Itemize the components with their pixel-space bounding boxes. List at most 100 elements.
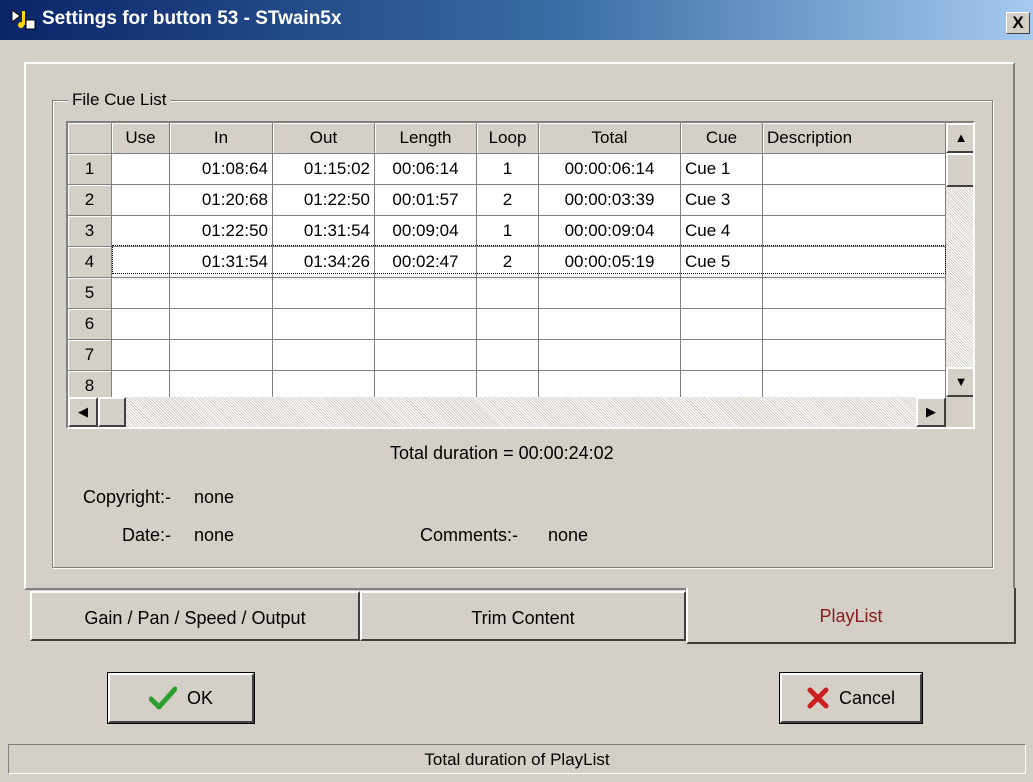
- status-bar: Total duration of PlayList: [8, 744, 1026, 774]
- tab-label: Gain / Pan / Speed / Output: [84, 608, 306, 628]
- cell-total[interactable]: [539, 278, 681, 309]
- cell-in[interactable]: [170, 309, 273, 340]
- cell-in[interactable]: 01:08:64: [170, 154, 273, 185]
- comments-label: Comments:-: [420, 525, 519, 545]
- cell-loop[interactable]: [477, 340, 539, 371]
- cell-out[interactable]: [273, 340, 375, 371]
- scroll-up-button[interactable]: ▲: [946, 123, 973, 153]
- cell-out[interactable]: 01:34:26: [273, 247, 375, 278]
- cell-in[interactable]: 01:22:50: [170, 216, 273, 247]
- cell-cue[interactable]: Cue 5: [681, 247, 763, 278]
- tab-playlist[interactable]: PlayList: [686, 588, 1016, 644]
- cell-length[interactable]: [375, 309, 477, 340]
- cell-length[interactable]: [375, 278, 477, 309]
- ok-button[interactable]: OK: [108, 673, 254, 723]
- row-header[interactable]: 4: [68, 247, 112, 278]
- row-header[interactable]: 3: [68, 216, 112, 247]
- cell-cue[interactable]: [681, 309, 763, 340]
- cell-length[interactable]: 00:02:47: [375, 247, 477, 278]
- cell-total[interactable]: 00:00:09:04: [539, 216, 681, 247]
- cell-use[interactable]: [112, 216, 170, 247]
- row-header[interactable]: 2: [68, 185, 112, 216]
- cue-list-grid[interactable]: Use In Out Length Loop Total Cue Description 1 01…: [66, 121, 975, 429]
- cell-out[interactable]: [273, 309, 375, 340]
- cell-loop[interactable]: 2: [477, 185, 539, 216]
- tab-gain-pan-speed-output[interactable]: Gain / Pan / Speed / Output: [30, 591, 360, 641]
- cell-use[interactable]: [112, 278, 170, 309]
- column-header-out[interactable]: Out: [273, 123, 375, 154]
- cell-length[interactable]: [375, 340, 477, 371]
- cell-total[interactable]: 00:00:05:19: [539, 247, 681, 278]
- cell-loop[interactable]: [477, 278, 539, 309]
- column-header-cue[interactable]: Cue: [681, 123, 763, 154]
- column-header-total[interactable]: Total: [539, 123, 681, 154]
- comments-value: none: [548, 525, 589, 545]
- scrollbar-corner: [946, 397, 973, 427]
- cell-loop[interactable]: 2: [477, 247, 539, 278]
- cell-description[interactable]: [763, 340, 946, 371]
- vertical-scrollbar[interactable]: ▲ ▼: [946, 123, 973, 397]
- cell-total[interactable]: [539, 309, 681, 340]
- ok-label: OK: [186, 687, 213, 708]
- cell-total[interactable]: 00:00:03:39: [539, 185, 681, 216]
- cell-cue[interactable]: Cue 4: [681, 216, 763, 247]
- cell-description[interactable]: [763, 185, 946, 216]
- row-header[interactable]: 6: [68, 309, 112, 340]
- cell-cue[interactable]: [681, 340, 763, 371]
- cell-loop[interactable]: [477, 309, 539, 340]
- cell-description[interactable]: [763, 278, 946, 309]
- cell-in[interactable]: 01:31:54: [170, 247, 273, 278]
- app-icon[interactable]: [10, 8, 36, 32]
- column-header-in[interactable]: In: [170, 123, 273, 154]
- scroll-left-button[interactable]: ◀: [68, 397, 98, 427]
- cell-out[interactable]: [273, 278, 375, 309]
- row-header[interactable]: 7: [68, 340, 112, 371]
- cell-description[interactable]: [763, 154, 946, 185]
- cancel-button[interactable]: Cancel: [780, 673, 922, 723]
- close-button[interactable]: X: [1006, 12, 1030, 34]
- cell-use[interactable]: [112, 154, 170, 185]
- cell-description[interactable]: [763, 309, 946, 340]
- cell-description[interactable]: [763, 247, 946, 278]
- cell-cue[interactable]: Cue 3: [681, 185, 763, 216]
- cell-description[interactable]: [763, 216, 946, 247]
- x-mark-icon: [807, 687, 829, 709]
- cell-loop[interactable]: 1: [477, 154, 539, 185]
- cell-out[interactable]: 01:15:02: [273, 154, 375, 185]
- row-header[interactable]: 1: [68, 154, 112, 185]
- cancel-label: Cancel: [838, 687, 896, 708]
- horizontal-scroll-thumb[interactable]: [98, 397, 126, 427]
- column-header-row-number[interactable]: [68, 123, 112, 154]
- cell-total[interactable]: 00:00:06:14: [539, 154, 681, 185]
- cell-use[interactable]: [112, 247, 170, 278]
- tab-trim-content[interactable]: Trim Content: [360, 591, 686, 641]
- horizontal-scrollbar[interactable]: ◀ ▶: [68, 397, 946, 427]
- cell-use[interactable]: [112, 185, 170, 216]
- scroll-down-button[interactable]: ▼: [946, 367, 973, 397]
- cell-out[interactable]: 01:31:54: [273, 216, 375, 247]
- title-bar: Settings for button 53 - STwain5x X: [0, 0, 1033, 40]
- column-header-description[interactable]: Description: [763, 123, 946, 154]
- cell-in[interactable]: 01:20:68: [170, 185, 273, 216]
- cell-in[interactable]: [170, 340, 273, 371]
- checkmark-icon: [148, 686, 177, 710]
- column-header-loop[interactable]: Loop: [477, 123, 539, 154]
- cell-cue[interactable]: Cue 1: [681, 154, 763, 185]
- cell-length[interactable]: 00:01:57: [375, 185, 477, 216]
- scroll-right-button[interactable]: ▶: [916, 397, 946, 427]
- cell-loop[interactable]: 1: [477, 216, 539, 247]
- cell-cue[interactable]: [681, 278, 763, 309]
- column-header-use[interactable]: Use: [112, 123, 170, 154]
- cell-length[interactable]: 00:09:04: [375, 216, 477, 247]
- grid-cells: Use In Out Length Loop Total Cue Description 1 01…: [68, 123, 946, 402]
- cell-out[interactable]: 01:22:50: [273, 185, 375, 216]
- cell-in[interactable]: [170, 278, 273, 309]
- vertical-scroll-thumb[interactable]: [946, 153, 973, 187]
- cell-use[interactable]: [112, 309, 170, 340]
- row-header[interactable]: 5: [68, 278, 112, 309]
- scroll-left-icon: ◀: [78, 404, 88, 419]
- cell-total[interactable]: [539, 340, 681, 371]
- cell-length[interactable]: 00:06:14: [375, 154, 477, 185]
- cell-use[interactable]: [112, 340, 170, 371]
- column-header-length[interactable]: Length: [375, 123, 477, 154]
